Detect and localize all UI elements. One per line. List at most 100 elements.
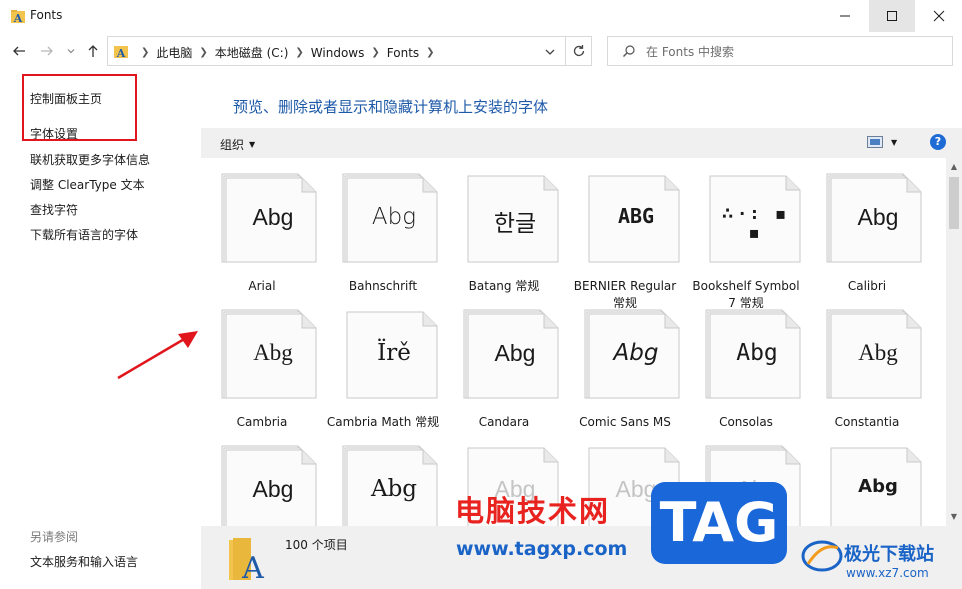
font-sample-text: Abg	[371, 204, 417, 230]
font-sample-text: 한글	[493, 211, 537, 237]
scroll-up-icon[interactable]: ▲	[949, 162, 959, 172]
font-name-label: Calibri	[847, 279, 887, 293]
font-name-label: Bahnschrift	[348, 279, 418, 293]
fonts-folder-icon: A	[114, 46, 128, 59]
svg-text:A: A	[13, 12, 23, 24]
font-sample-text: Abg	[252, 476, 294, 502]
command-toolbar: 组织 ▼ ▼ ?	[201, 128, 962, 158]
search-box	[607, 36, 953, 66]
font-item[interactable]: 한글 Batang 常规	[449, 172, 559, 302]
scrollbar-thumb[interactable]	[949, 177, 959, 229]
page-title: 预览、删除或者显示和隐藏计算机上安装的字体	[233, 98, 549, 116]
title-bar: A Fonts	[0, 0, 962, 32]
watermark-site-name: 电脑技术网	[455, 494, 611, 528]
font-sample-text: Ïrě	[377, 340, 411, 366]
breadcrumb-item[interactable]: 此电脑	[156, 44, 192, 61]
font-name-label: Candara	[478, 415, 530, 429]
maximize-icon	[887, 11, 897, 21]
font-item[interactable]: ∴·: ▪ ▪ Bookshelf Symbol 7 常规	[691, 172, 801, 310]
find-character-link[interactable]: 查找字符	[30, 201, 78, 218]
font-item[interactable]: Abg Consolas	[691, 308, 801, 438]
arrow-left-icon	[13, 46, 25, 56]
organize-label: 组织	[220, 138, 245, 152]
address-dropdown-icon[interactable]	[543, 45, 557, 59]
breadcrumb: ❯ 此电脑 ❯ 本地磁盘 (C:) ❯ Windows ❯ Fonts ❯	[134, 44, 442, 61]
breadcrumb-item[interactable]: Fonts	[387, 46, 419, 60]
font-grid: Abg Arial Abg Bahnschrift 한글 Batang 常规 ABG BERN…	[201, 158, 946, 526]
annotation-arrow-icon	[117, 331, 198, 380]
navigation-bar: A ❯ 此电脑 ❯ 本地磁盘 (C:) ❯ Windows ❯ Fonts ❯	[0, 34, 962, 68]
font-sample-text: Abg	[613, 340, 659, 366]
font-item[interactable]: Abg	[328, 444, 438, 526]
change-view-button[interactable]: ▼	[867, 136, 897, 148]
maximize-button[interactable]	[869, 0, 915, 32]
see-also-title: 另请参阅	[30, 530, 79, 544]
font-name-label: Consolas	[719, 415, 773, 429]
font-name-label: Comic Sans MS	[579, 415, 671, 429]
font-item[interactable]: Ïrě Cambria Math 常规	[327, 308, 439, 438]
breadcrumb-item[interactable]: Windows	[311, 46, 365, 60]
font-sample-text: Abg	[857, 204, 899, 230]
font-sample-text: Abg	[253, 340, 293, 365]
get-more-fonts-online-link[interactable]: 联机获取更多字体信息	[30, 151, 150, 168]
fonts-folder-icon: A	[229, 538, 264, 582]
arrow-right-icon	[41, 46, 53, 56]
chevron-right-icon: ❯	[295, 47, 304, 58]
arrow-up-icon	[88, 45, 98, 57]
item-count: 100 个项目	[285, 538, 348, 552]
font-sample-text: Abg	[370, 476, 418, 502]
chevron-right-icon: ❯	[426, 47, 435, 58]
vertical-scrollbar[interactable]: ▲ ▼	[946, 158, 962, 526]
search-icon	[623, 45, 635, 57]
font-name-label: Cambria	[236, 415, 288, 429]
close-button[interactable]	[916, 0, 962, 32]
font-item[interactable]: Abg Constantia	[812, 308, 922, 438]
caret-down-icon: ▼	[891, 137, 898, 147]
watermark-aurora-logo-icon	[801, 540, 843, 572]
font-name-label: Cambria Math 常规	[326, 415, 440, 429]
font-item[interactable]: Abg Comic Sans MS	[570, 308, 680, 438]
watermark-site2-url: www.xz7.com	[846, 566, 929, 580]
caret-down-icon: ▼	[249, 140, 256, 149]
watermark-site-url: www.tagxp.com	[456, 538, 628, 560]
forward-button[interactable]	[38, 42, 56, 60]
adjust-cleartype-link[interactable]: 调整 ClearType 文本	[30, 176, 145, 193]
font-sample-text: Abg	[858, 340, 898, 365]
font-item[interactable]: Abg Cambria	[207, 308, 317, 438]
chevron-right-icon: ❯	[199, 47, 208, 58]
svg-text:A: A	[116, 47, 126, 59]
font-item[interactable]: Abg Candara	[449, 308, 559, 438]
window-title: Fonts	[30, 8, 63, 22]
text-services-link[interactable]: 文本服务和输入语言	[30, 553, 138, 570]
chevron-right-icon: ❯	[371, 47, 380, 58]
font-item[interactable]: Abg Bahnschrift	[328, 172, 438, 302]
breadcrumb-item[interactable]: 本地磁盘 (C:)	[215, 44, 289, 61]
scroll-down-icon[interactable]: ▼	[949, 512, 959, 522]
refresh-button[interactable]	[565, 36, 592, 66]
chevron-right-icon: ❯	[141, 47, 150, 58]
font-sample-text: ∴·: ▪ ▪	[721, 204, 793, 242]
font-sample-text: Abg	[736, 340, 778, 366]
address-bar[interactable]: A ❯ 此电脑 ❯ 本地磁盘 (C:) ❯ Windows ❯ Fonts ❯	[107, 36, 592, 66]
font-item[interactable]: Abg	[812, 444, 922, 526]
minimize-icon	[840, 15, 850, 17]
minimize-button[interactable]	[822, 0, 868, 32]
search-input[interactable]	[646, 42, 936, 62]
refresh-icon	[573, 45, 585, 57]
organize-button[interactable]: 组织 ▼	[220, 136, 255, 153]
recent-locations-button[interactable]	[62, 42, 80, 60]
back-button[interactable]	[10, 42, 28, 60]
download-all-language-fonts-link[interactable]: 下载所有语言的字体	[30, 226, 138, 243]
fonts-folder-icon: A	[11, 10, 25, 24]
watermark-site2-name: 极光下载站	[844, 544, 934, 565]
close-icon	[933, 10, 945, 22]
view-options-icon	[867, 136, 883, 148]
font-item[interactable]: ABG BERNIER Regular 常规	[570, 172, 680, 310]
font-item[interactable]: Abg	[207, 444, 317, 526]
font-item[interactable]: Abg Calibri	[812, 172, 922, 302]
up-button[interactable]	[84, 42, 102, 60]
font-name-label: Bookshelf Symbol 7 常规	[692, 279, 800, 310]
font-item[interactable]: Abg Arial	[207, 172, 317, 302]
help-button[interactable]: ?	[930, 134, 946, 150]
font-sample-text: Abg	[494, 340, 536, 366]
